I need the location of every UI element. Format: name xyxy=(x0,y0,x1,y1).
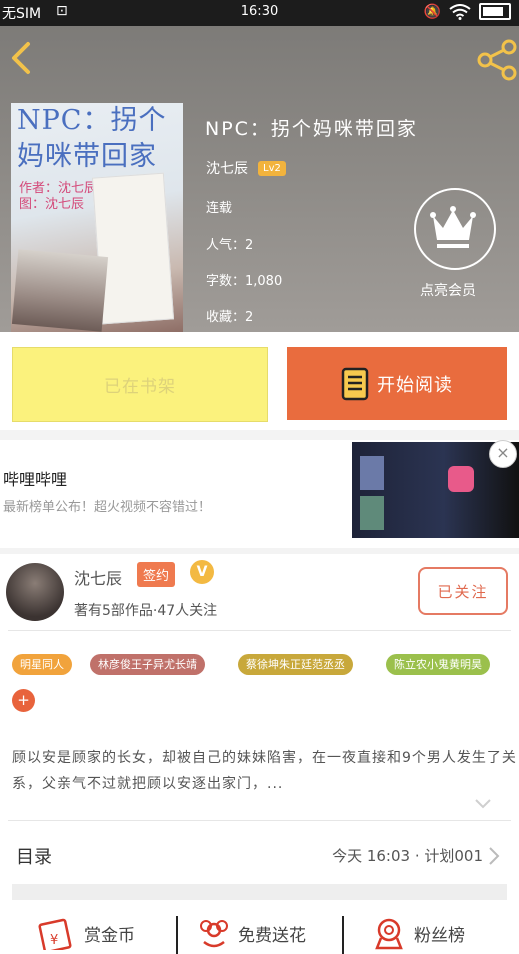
book-cover[interactable]: NPC：拐个 妈咪带回家 作者：沈七辰 图：沈七辰 xyxy=(11,103,183,332)
wifi-icon xyxy=(449,3,471,20)
vip-label[interactable]: 点亮会员 xyxy=(420,280,476,300)
medal-icon xyxy=(375,918,403,950)
cover-title-line1: NPC：拐个 xyxy=(17,105,167,136)
section-gap xyxy=(0,430,519,440)
expand-chevron-icon[interactable] xyxy=(473,796,493,812)
ad-title: 哔哩哔哩 xyxy=(3,470,68,489)
vip-crown-button[interactable] xyxy=(414,188,496,270)
free-flower-button[interactable]: 免费送花 xyxy=(198,912,306,954)
mute-icon: 🔕 xyxy=(423,3,441,20)
level-badge: Lv2 xyxy=(258,160,286,176)
cover-receipt-image xyxy=(91,172,175,325)
ad-banner[interactable]: 哔哩哔哩 最新榜单公布！超火视频不容错过！ × xyxy=(0,440,519,548)
tag-chip[interactable]: 林彦俊王子异尤长靖 xyxy=(90,654,205,675)
bottom-action-bar: ¥ 赏金币 免费送花 粉丝榜 xyxy=(0,912,519,954)
reward-coins-button[interactable]: ¥ 赏金币 xyxy=(38,912,135,954)
serial-status: 连载 xyxy=(206,201,233,216)
book-author-name[interactable]: 沈七辰 xyxy=(206,158,248,178)
separator xyxy=(342,916,344,954)
back-icon[interactable] xyxy=(6,38,36,78)
tag-chip[interactable]: 陈立农小鬼黄明昊 xyxy=(386,654,490,675)
signed-badge: 签约 xyxy=(137,562,176,587)
table-of-contents-row[interactable]: 目录 今天 16:03 · 计划001 xyxy=(0,833,519,877)
ad-app-icon xyxy=(448,466,474,492)
author-stats: 著有5部作品·47人关注 xyxy=(74,603,218,619)
section-gap xyxy=(0,548,519,554)
red-envelope-icon: ¥ xyxy=(38,918,72,950)
flower-icon xyxy=(200,920,228,948)
status-icons: 🔕 xyxy=(424,3,511,20)
divider xyxy=(8,630,511,631)
start-reading-button[interactable]: 开始阅读 xyxy=(287,347,507,420)
tag-chip[interactable]: 蔡徐坤朱正廷范丞丞 xyxy=(238,654,353,675)
divider xyxy=(8,820,511,821)
chevron-right-icon xyxy=(489,847,500,865)
add-tag-icon[interactable]: + xyxy=(12,689,35,712)
verified-badge-icon: V xyxy=(190,560,214,584)
book-author-row: 沈七辰 Lv2 xyxy=(206,158,286,178)
cover-title-line2: 妈咪带回家 xyxy=(17,141,157,172)
cover-group-photo xyxy=(11,249,109,332)
free-flower-label: 免费送花 xyxy=(238,925,306,946)
tag-chip[interactable]: 明星同人 xyxy=(12,654,72,675)
fans-ranking-button[interactable]: 粉丝榜 xyxy=(372,912,465,954)
author-avatar[interactable] xyxy=(6,563,64,621)
collections-stat: 收藏：2 xyxy=(206,310,254,325)
follow-button[interactable]: 已关注 xyxy=(418,567,508,615)
start-reading-label: 开始阅读 xyxy=(377,374,453,396)
section-gap xyxy=(12,884,507,900)
author-name[interactable]: 沈七辰 xyxy=(74,565,122,589)
ad-thumb-2 xyxy=(360,496,384,530)
ad-thumb-1 xyxy=(360,456,384,490)
ad-close-icon[interactable]: × xyxy=(489,440,517,468)
word-count-stat: 字数：1,080 xyxy=(206,274,283,289)
svg-text:¥: ¥ xyxy=(50,933,58,948)
battery-icon xyxy=(479,3,511,20)
status-bar: 无SIM ⊡ 16:30 🔕 xyxy=(0,0,519,26)
latest-chapter: 今天 16:03 · 计划001 xyxy=(332,847,483,865)
toc-label: 目录 xyxy=(16,847,52,868)
book-synopsis[interactable]: 顾以安是顾家的长女，却被自己的妹妹陷害，在一夜直接和9个男人发生了关系，父亲气不… xyxy=(12,745,517,797)
on-shelf-button[interactable]: 已在书架 xyxy=(12,347,268,422)
share-icon[interactable] xyxy=(475,38,519,82)
ad-subtitle: 最新榜单公布！超火视频不容错过！ xyxy=(3,500,212,515)
crown-icon xyxy=(430,206,476,248)
reward-coins-label: 赏金币 xyxy=(84,925,135,946)
fans-ranking-label: 粉丝榜 xyxy=(414,925,465,946)
popularity-stat: 人气：2 xyxy=(206,238,254,253)
book-icon xyxy=(341,367,369,400)
separator xyxy=(176,916,178,954)
book-title: NPC：拐个妈咪带回家 xyxy=(205,118,418,140)
